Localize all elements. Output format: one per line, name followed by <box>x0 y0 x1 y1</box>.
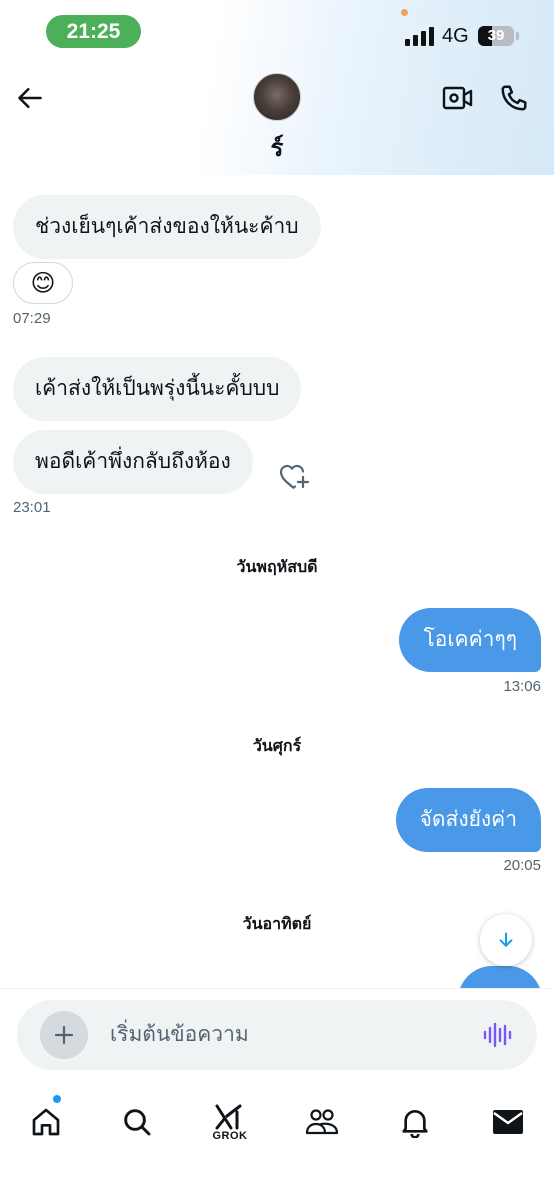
day-separator: วันพฤหัสบดี <box>236 559 318 576</box>
arrow-left-icon <box>18 87 42 109</box>
incoming-message-bubble[interactable]: เค้าส่งให้เป็นพรุ่งนี้นะคั้บบบ <box>13 357 302 421</box>
scroll-to-bottom-button[interactable] <box>480 914 532 966</box>
nav-search[interactable] <box>107 1092 167 1152</box>
message-timestamp: 07:29 <box>13 310 51 327</box>
phone-icon <box>501 85 527 111</box>
status-time[interactable]: 21:25 <box>46 15 141 48</box>
bell-icon <box>402 1110 428 1138</box>
battery-icon: 39 <box>478 26 514 46</box>
message-timestamp: 20:05 <box>503 857 541 874</box>
mail-icon <box>493 1110 523 1134</box>
nav-messages[interactable] <box>478 1092 538 1152</box>
emoji-reaction[interactable]: 😊 <box>13 262 73 304</box>
voice-call-button[interactable] <box>496 80 532 116</box>
home-icon <box>32 1108 60 1136</box>
message-timestamp: 23:01 <box>13 499 51 516</box>
message-timestamp: 13:06 <box>503 678 541 695</box>
nav-communities[interactable] <box>292 1092 352 1152</box>
voice-wave-icon <box>483 1022 512 1048</box>
add-media-button[interactable] <box>40 1011 88 1059</box>
search-icon <box>124 1109 151 1136</box>
grok-icon <box>215 1104 242 1130</box>
voice-message-button[interactable] <box>482 1021 512 1049</box>
day-separator: วันอาทิตย์ <box>242 916 312 933</box>
privacy-indicator-dot <box>401 9 408 16</box>
outgoing-message-bubble[interactable]: จัดส่งยังค่า <box>395 788 541 852</box>
nav-notifications[interactable] <box>385 1092 445 1152</box>
battery-level: 39 <box>487 27 505 44</box>
nav-home[interactable] <box>16 1092 76 1152</box>
cellular-signal-icon <box>405 26 435 46</box>
back-button[interactable] <box>12 80 48 116</box>
avatar[interactable] <box>253 73 301 121</box>
battery-tip <box>516 32 519 40</box>
video-call-button[interactable] <box>440 80 476 116</box>
contact-name[interactable]: ร์ <box>0 128 554 167</box>
grok-label: GROK <box>212 1130 248 1142</box>
network-type: 4G <box>442 25 469 47</box>
heart-plus-icon <box>279 464 310 489</box>
plus-icon <box>54 1025 74 1045</box>
day-separator: วันศุกร์ <box>252 738 302 755</box>
incoming-message-bubble[interactable]: พอดีเค้าพึ่งกลับถึงห้อง <box>13 430 253 494</box>
outgoing-message-bubble[interactable]: โอเคค่าๆๆ <box>399 608 541 672</box>
video-camera-icon <box>442 86 473 110</box>
incoming-message-bubble[interactable]: ช่วงเย็นๆเค้าส่งของให้นะค้าบ <box>13 195 321 259</box>
add-reaction-button[interactable] <box>276 458 312 494</box>
notification-dot <box>53 1095 61 1103</box>
communities-icon <box>305 1109 339 1135</box>
nav-grok[interactable]: GROK <box>200 1092 260 1152</box>
message-input[interactable] <box>110 1015 450 1055</box>
arrow-down-icon <box>499 932 513 947</box>
